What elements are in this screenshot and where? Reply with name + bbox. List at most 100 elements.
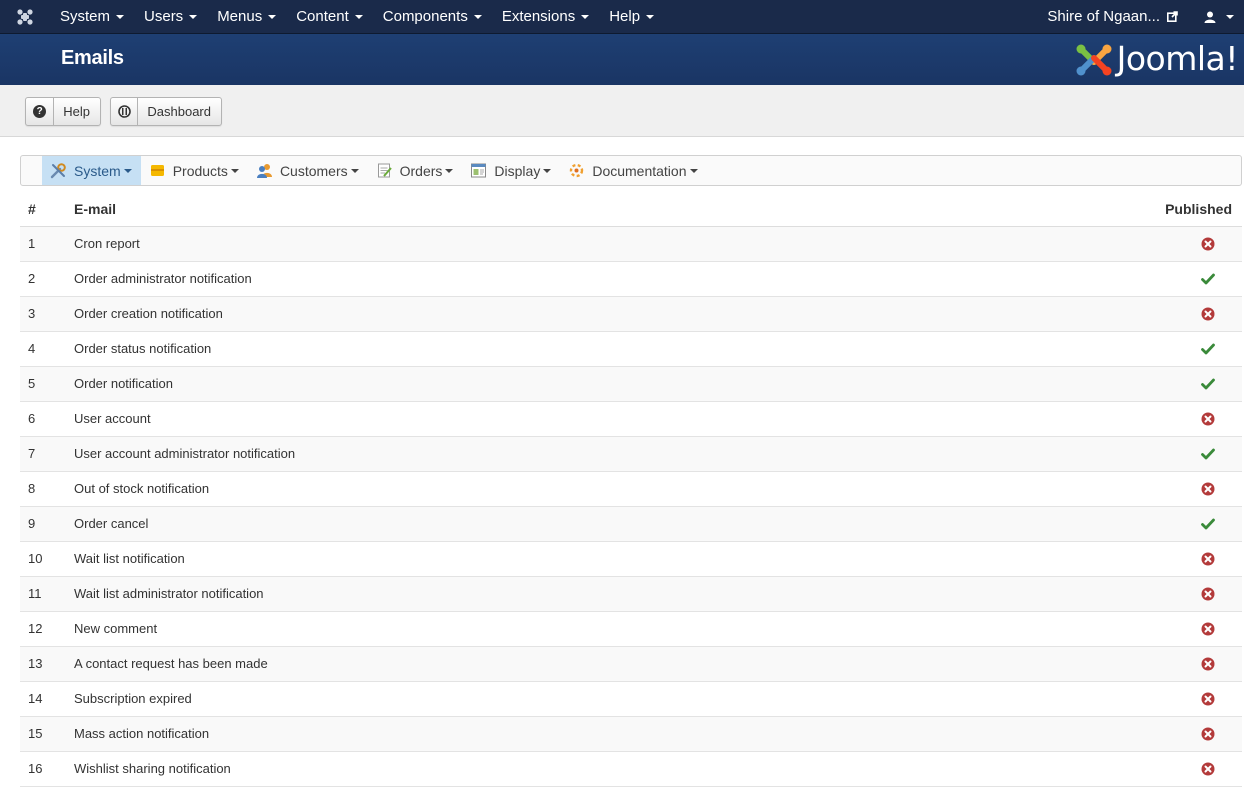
email-name-link[interactable]: Out of stock notification [74, 470, 1162, 506]
unpublished-x-icon[interactable] [1201, 622, 1215, 636]
documentation-icon [568, 162, 585, 179]
published-check-icon[interactable] [1201, 517, 1215, 531]
unpublished-x-icon[interactable] [1201, 412, 1215, 426]
page-header: Emails Joomla! [0, 34, 1244, 85]
table-row: 5 Order notification [20, 365, 1242, 401]
unpublished-x-icon[interactable] [1201, 482, 1215, 496]
submenu-display[interactable]: Display [462, 156, 560, 185]
published-cell [1162, 470, 1242, 506]
unpublished-x-icon[interactable] [1201, 762, 1215, 776]
published-cell [1162, 505, 1242, 541]
published-cell [1162, 540, 1242, 576]
row-number: 4 [20, 330, 74, 366]
published-cell [1162, 225, 1242, 261]
row-number: 16 [20, 750, 74, 787]
email-name-link[interactable]: Mass action notification [74, 715, 1162, 751]
email-name-link[interactable]: Order notification [74, 365, 1162, 401]
caret-down-icon [189, 14, 198, 19]
user-menu[interactable] [1192, 0, 1244, 34]
email-name-link[interactable]: Subscription expired [74, 680, 1162, 716]
published-check-icon[interactable] [1201, 272, 1215, 286]
row-number: 1 [20, 225, 74, 261]
published-cell [1162, 575, 1242, 611]
submenu-system[interactable]: System [42, 156, 141, 185]
row-number: 7 [20, 435, 74, 471]
email-name-link[interactable]: New comment [74, 610, 1162, 646]
table-row: 3 Order creation notification [20, 295, 1242, 331]
menu-extensions[interactable]: Extensions [492, 0, 599, 34]
unpublished-x-icon[interactable] [1201, 657, 1215, 671]
email-name-link[interactable]: User account [74, 400, 1162, 436]
caret-down-icon [354, 14, 363, 19]
published-cell [1162, 610, 1242, 646]
joomla-logo: Joomla! [1075, 39, 1239, 80]
caret-down-icon [473, 14, 482, 19]
email-name-link[interactable]: Order status notification [74, 330, 1162, 366]
table-row: 12 New comment [20, 610, 1242, 646]
submenu-customers[interactable]: Customers [248, 156, 368, 185]
email-name-link[interactable]: Order cancel [74, 505, 1162, 541]
menu-help[interactable]: Help [599, 0, 664, 34]
main-menu: System Users Menus Content Components Ex… [50, 0, 664, 34]
user-icon [1204, 11, 1216, 23]
help-button[interactable]: ? Help [25, 97, 101, 126]
display-icon [470, 162, 487, 179]
column-header-number[interactable]: # [20, 192, 74, 227]
orders-icon [376, 162, 393, 179]
email-name-link[interactable]: Wait list administrator notification [74, 575, 1162, 611]
table-row: 2 Order administrator notification [20, 260, 1242, 296]
column-header-email[interactable]: E-mail [74, 192, 1162, 227]
submenu-orders[interactable]: Orders [368, 156, 463, 185]
table-row: 4 Order status notification [20, 330, 1242, 366]
dashboard-button[interactable]: Dashboard [110, 97, 222, 126]
menu-menus[interactable]: Menus [207, 0, 286, 34]
row-number: 13 [20, 645, 74, 681]
row-number: 6 [20, 400, 74, 436]
unpublished-x-icon[interactable] [1201, 552, 1215, 566]
published-check-icon[interactable] [1201, 377, 1215, 391]
email-name-link[interactable]: User account administrator notification [74, 435, 1162, 471]
caret-down-icon [445, 168, 454, 173]
table-row: 7 User account administrator notification [20, 435, 1242, 471]
menu-system[interactable]: System [50, 0, 134, 34]
email-name-link[interactable]: A contact request has been made [74, 645, 1162, 681]
submenu-products[interactable]: Products [141, 156, 248, 185]
menu-content[interactable]: Content [286, 0, 373, 34]
unpublished-x-icon[interactable] [1201, 587, 1215, 601]
menu-users[interactable]: Users [134, 0, 207, 34]
table-row: 10 Wait list notification [20, 540, 1242, 576]
column-header-published[interactable]: Published [1162, 192, 1242, 227]
caret-down-icon [689, 168, 698, 173]
component-submenu: System Products Customers Orders Display… [20, 155, 1242, 186]
email-name-link[interactable]: Wishlist sharing notification [74, 750, 1162, 787]
published-cell [1162, 260, 1242, 296]
email-name-link[interactable]: Order creation notification [74, 295, 1162, 331]
row-number: 9 [20, 505, 74, 541]
unpublished-x-icon[interactable] [1201, 307, 1215, 321]
unpublished-x-icon[interactable] [1201, 727, 1215, 741]
toolbar: ? Help Dashboard [0, 85, 1244, 137]
published-cell [1162, 435, 1242, 471]
caret-down-icon [581, 14, 590, 19]
published-cell [1162, 645, 1242, 681]
unpublished-x-icon[interactable] [1201, 692, 1215, 706]
table-header-row: # E-mail Published [20, 192, 1242, 227]
caret-down-icon [350, 168, 359, 173]
caret-down-icon [543, 168, 552, 173]
email-name-link[interactable]: Wait list notification [74, 540, 1162, 576]
unpublished-x-icon[interactable] [1201, 237, 1215, 251]
products-icon [149, 162, 166, 179]
caret-down-icon [116, 14, 125, 19]
joomla-menu-icon[interactable] [0, 0, 50, 34]
email-name-link[interactable]: Order administrator notification [74, 260, 1162, 296]
caret-down-icon [646, 14, 655, 19]
external-link-icon [1167, 11, 1178, 22]
site-link[interactable]: Shire of Ngaan... [1037, 8, 1192, 25]
email-name-link[interactable]: Cron report [74, 225, 1162, 261]
published-check-icon[interactable] [1201, 342, 1215, 356]
published-check-icon[interactable] [1201, 447, 1215, 461]
row-number: 2 [20, 260, 74, 296]
submenu-documentation[interactable]: Documentation [560, 156, 706, 185]
published-cell [1162, 330, 1242, 366]
menu-components[interactable]: Components [373, 0, 492, 34]
